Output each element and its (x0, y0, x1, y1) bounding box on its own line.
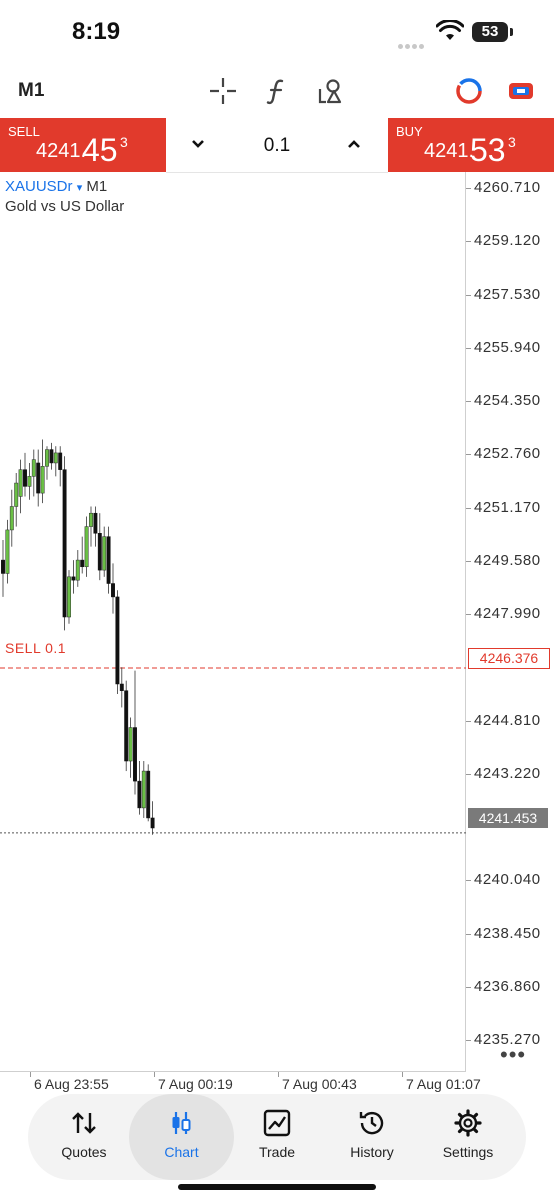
time-tick-mark (154, 1072, 155, 1077)
price-tick-mark (466, 1040, 471, 1041)
sell-button[interactable]: SELL 4241. 45 3 (0, 118, 166, 172)
volume-control: 0.1 (166, 118, 388, 173)
one-click-trade-panel: SELL 4241. 45 3 0.1 BUY 4241. 53 3 (0, 118, 554, 173)
price-tick-mark (466, 294, 471, 296)
price-tick-mark (466, 401, 471, 402)
price-tick-mark (466, 347, 471, 349)
price-tick-label: 4238.450 (474, 924, 541, 942)
price-tick-label: 4259.120 (474, 232, 541, 250)
price-tick-mark (466, 560, 471, 562)
tab-label: Trade (258, 1144, 296, 1160)
price-tick-mark (466, 720, 471, 722)
tab-label: Settings (442, 1144, 494, 1160)
buy-button[interactable]: BUY 4241. 53 3 (388, 118, 554, 172)
time-tick-label: 7 Aug 01:07 (406, 1076, 481, 1092)
buy-price-point: 3 (508, 134, 516, 150)
tab-trade[interactable]: Trade (229, 1094, 325, 1180)
price-tick-label: 4255.940 (474, 338, 541, 356)
more-options-icon[interactable]: ••• (500, 1042, 526, 1068)
sell-price-prefix: 4241. (36, 140, 87, 162)
price-tick-mark (466, 614, 471, 615)
price-tick-label: 4251.170 (474, 498, 541, 516)
new-order-icon[interactable] (506, 76, 536, 106)
price-tick-label: 4240.040 (474, 871, 541, 889)
price-tick-mark (466, 241, 471, 243)
status-time: 8:19 (72, 18, 121, 45)
sort-arrows-icon (72, 1112, 96, 1134)
crosshair-icon[interactable] (208, 76, 238, 106)
chevron-up-icon[interactable] (346, 136, 362, 152)
timeframe-button[interactable]: M1 (18, 80, 44, 102)
price-tick-label: 4257.530 (474, 285, 541, 303)
price-tick-mark (466, 933, 471, 935)
symbol-name[interactable]: XAUUSDr (5, 178, 73, 195)
price-tick-label: 4249.580 (474, 551, 541, 569)
time-axis: 6 Aug 23:55 7 Aug 00:19 7 Aug 00:43 7 Aug 0… (0, 1072, 554, 1094)
battery-indicator: 53 (472, 22, 508, 42)
trend-chart-icon (263, 1109, 291, 1137)
bid-price-tag: 4241.453 (468, 808, 548, 828)
price-axis: 4260.710 4259.120 4257.530 4255.940 4254.350… (466, 172, 554, 1072)
tab-label: Quotes (61, 1144, 107, 1160)
tab-quotes[interactable]: Quotes (36, 1094, 132, 1180)
gear-icon (454, 1109, 482, 1137)
tab-history[interactable]: History (324, 1094, 420, 1180)
indicators-icon[interactable] (262, 76, 292, 106)
tab-label: History (350, 1144, 394, 1160)
bottom-tab-bar: Quotes Chart Trade History Settings (28, 1094, 526, 1180)
price-tick-mark (466, 188, 471, 189)
sell-price-point: 3 (120, 134, 128, 150)
time-tick-label: 7 Aug 00:43 (282, 1076, 357, 1092)
tab-label: Chart (164, 1144, 199, 1160)
time-tick-mark (278, 1072, 279, 1077)
time-tick-mark (30, 1072, 31, 1077)
buy-price-prefix: 4241. (424, 140, 475, 162)
time-tick-label: 7 Aug 00:19 (158, 1076, 233, 1092)
wifi-icon (436, 20, 464, 40)
cellular-signal-icon (398, 36, 426, 54)
price-tick-label: 4260.710 (474, 179, 541, 196)
time-tick-label: 6 Aug 23:55 (34, 1076, 109, 1092)
price-tick-mark (466, 454, 471, 456)
history-icon (359, 1111, 384, 1135)
tab-chart[interactable]: Chart (129, 1094, 234, 1180)
price-tick-mark (466, 986, 471, 988)
battery-cap (510, 28, 513, 36)
order-line-label[interactable]: SELL 0.1 (5, 640, 66, 656)
price-tick-label: 4243.220 (474, 764, 541, 782)
tab-settings[interactable]: Settings (420, 1094, 516, 1180)
one-click-trading-icon[interactable] (454, 76, 484, 106)
sell-label: SELL (8, 124, 40, 139)
sell-price-pips: 45 (82, 132, 118, 168)
order-price-tag: 4246.376 (468, 648, 550, 669)
price-tick-mark (466, 773, 471, 775)
price-tick-label: 4252.760 (474, 445, 541, 463)
symbol-dropdown-icon[interactable]: ▾ (77, 182, 83, 194)
chart-area[interactable] (0, 172, 466, 1072)
chart-toolbar: M1 (0, 68, 554, 114)
price-tick-label: 4236.860 (474, 977, 541, 995)
objects-icon[interactable] (316, 76, 346, 106)
chart-timeframe: M1 (86, 178, 108, 195)
buy-label: BUY (396, 124, 423, 139)
status-bar: 8:19 53 (0, 0, 554, 60)
price-tick-label: 4247.990 (474, 605, 541, 622)
price-tick-mark (466, 507, 471, 509)
time-tick-mark (402, 1072, 403, 1077)
price-tick-label: 4254.350 (474, 392, 541, 409)
candles-icon (172, 1112, 191, 1134)
buy-price-pips: 53 (470, 132, 506, 168)
symbol-description: Gold vs US Dollar (5, 198, 125, 215)
price-tick-mark (466, 880, 471, 882)
chart-symbol[interactable]: XAUUSDr ▾ M1 (5, 178, 107, 195)
home-indicator (178, 1184, 376, 1190)
price-tick-label: 4244.810 (474, 711, 541, 729)
